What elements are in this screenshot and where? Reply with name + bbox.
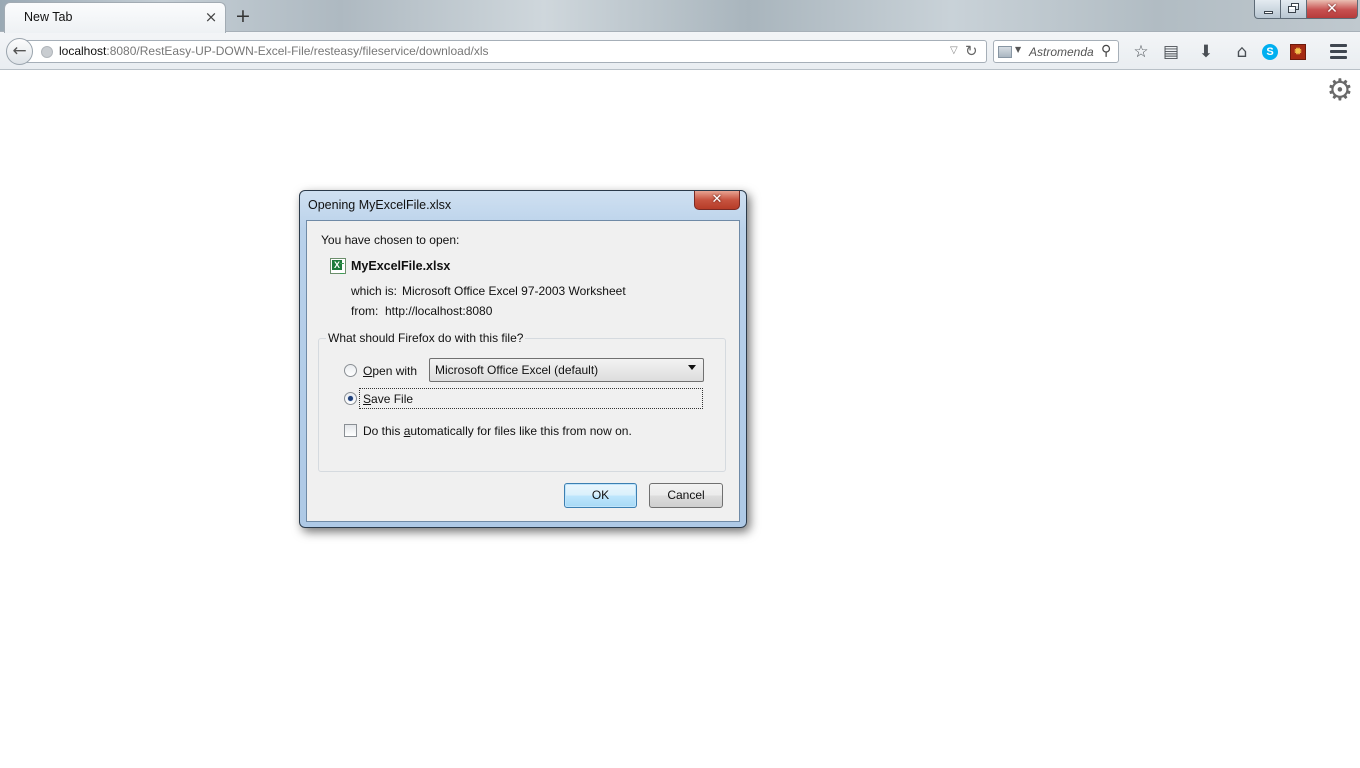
- download-dialog: Opening MyExcelFile.xlsx ✕ You have chos…: [299, 190, 747, 528]
- downloads-icon[interactable]: ⬇: [1195, 41, 1217, 63]
- open-with-radio[interactable]: [344, 364, 357, 377]
- url-host: localhost: [59, 44, 107, 58]
- dialog-body: You have chosen to open: MyExcelFile.xls…: [306, 220, 740, 522]
- back-arrow-icon: ←: [12, 41, 27, 61]
- tab-close-icon[interactable]: ×: [203, 9, 219, 25]
- dialog-close-button[interactable]: ✕: [694, 191, 740, 210]
- engine-dropdown-icon[interactable]: ▼: [1015, 45, 1021, 54]
- menu-icon[interactable]: [1330, 44, 1347, 59]
- search-engine-icon[interactable]: [998, 46, 1012, 58]
- skype-icon[interactable]: S: [1262, 44, 1278, 60]
- url-bar[interactable]: localhost:8080/RestEasy-UP-DOWN-Excel-Fi…: [26, 40, 987, 63]
- window-close-button[interactable]: ✕: [1307, 0, 1358, 19]
- home-icon[interactable]: ⌂: [1231, 41, 1253, 63]
- window-controls: ✕: [1254, 0, 1358, 19]
- back-button[interactable]: ←: [6, 38, 33, 65]
- bookmark-star-icon[interactable]: ☆: [1130, 41, 1152, 63]
- minimize-icon: [1264, 11, 1273, 14]
- excel-file-icon: [330, 258, 346, 274]
- save-file-label[interactable]: Save File: [363, 392, 413, 406]
- url-text[interactable]: localhost:8080/RestEasy-UP-DOWN-Excel-Fi…: [59, 44, 489, 58]
- action-question: What should Firefox do with this file?: [326, 331, 526, 345]
- tab-title: New Tab: [24, 10, 73, 24]
- auto-action-checkbox[interactable]: [344, 424, 357, 437]
- site-identity-icon[interactable]: [41, 46, 53, 58]
- chevron-down-icon: [688, 365, 696, 370]
- navigation-toolbar: localhost:8080/RestEasy-UP-DOWN-Excel-Fi…: [0, 32, 1360, 70]
- url-history-dropdown-icon[interactable]: ▽: [950, 45, 958, 56]
- reload-icon[interactable]: ↻: [965, 42, 978, 60]
- file-type-value: Microsoft Office Excel 97-2003 Worksheet: [402, 284, 626, 298]
- minimize-button[interactable]: [1254, 0, 1281, 19]
- search-placeholder: Astromenda: [1029, 45, 1094, 59]
- cancel-button[interactable]: Cancel: [649, 483, 723, 508]
- restore-button[interactable]: [1281, 0, 1307, 19]
- gear-icon[interactable]: ⚙: [1326, 76, 1354, 106]
- search-bar[interactable]: ▼ Astromenda ⚲: [993, 40, 1119, 63]
- from-value: http://localhost:8080: [385, 304, 493, 318]
- search-magnifier-icon[interactable]: ⚲: [1101, 43, 1111, 59]
- intro-text: You have chosen to open:: [321, 233, 460, 247]
- which-is-label: which is:: [351, 284, 398, 298]
- new-tab-button[interactable]: +: [232, 5, 254, 27]
- ok-button[interactable]: OK: [564, 483, 637, 508]
- save-file-radio[interactable]: [344, 392, 357, 405]
- open-with-label[interactable]: Open with: [363, 364, 417, 378]
- open-with-app-select[interactable]: Microsoft Office Excel (default): [429, 358, 704, 382]
- file-name: MyExcelFile.xlsx: [351, 259, 451, 273]
- url-path: :8080/RestEasy-UP-DOWN-Excel-File/restea…: [106, 44, 489, 58]
- from-label: from:: [351, 304, 379, 318]
- tab-new-tab[interactable]: New Tab ×: [4, 2, 226, 33]
- open-with-app-value: Microsoft Office Excel (default): [435, 363, 599, 377]
- extension-icon[interactable]: ✹: [1290, 44, 1306, 60]
- window-close-icon: ✕: [1326, 1, 1338, 17]
- close-icon: ✕: [711, 192, 723, 207]
- reading-list-icon[interactable]: ▤: [1160, 41, 1182, 63]
- tab-strip: New Tab × + ✕: [0, 0, 1360, 33]
- dialog-title: Opening MyExcelFile.xlsx: [308, 198, 452, 212]
- auto-action-label[interactable]: Do this automatically for files like thi…: [363, 424, 632, 438]
